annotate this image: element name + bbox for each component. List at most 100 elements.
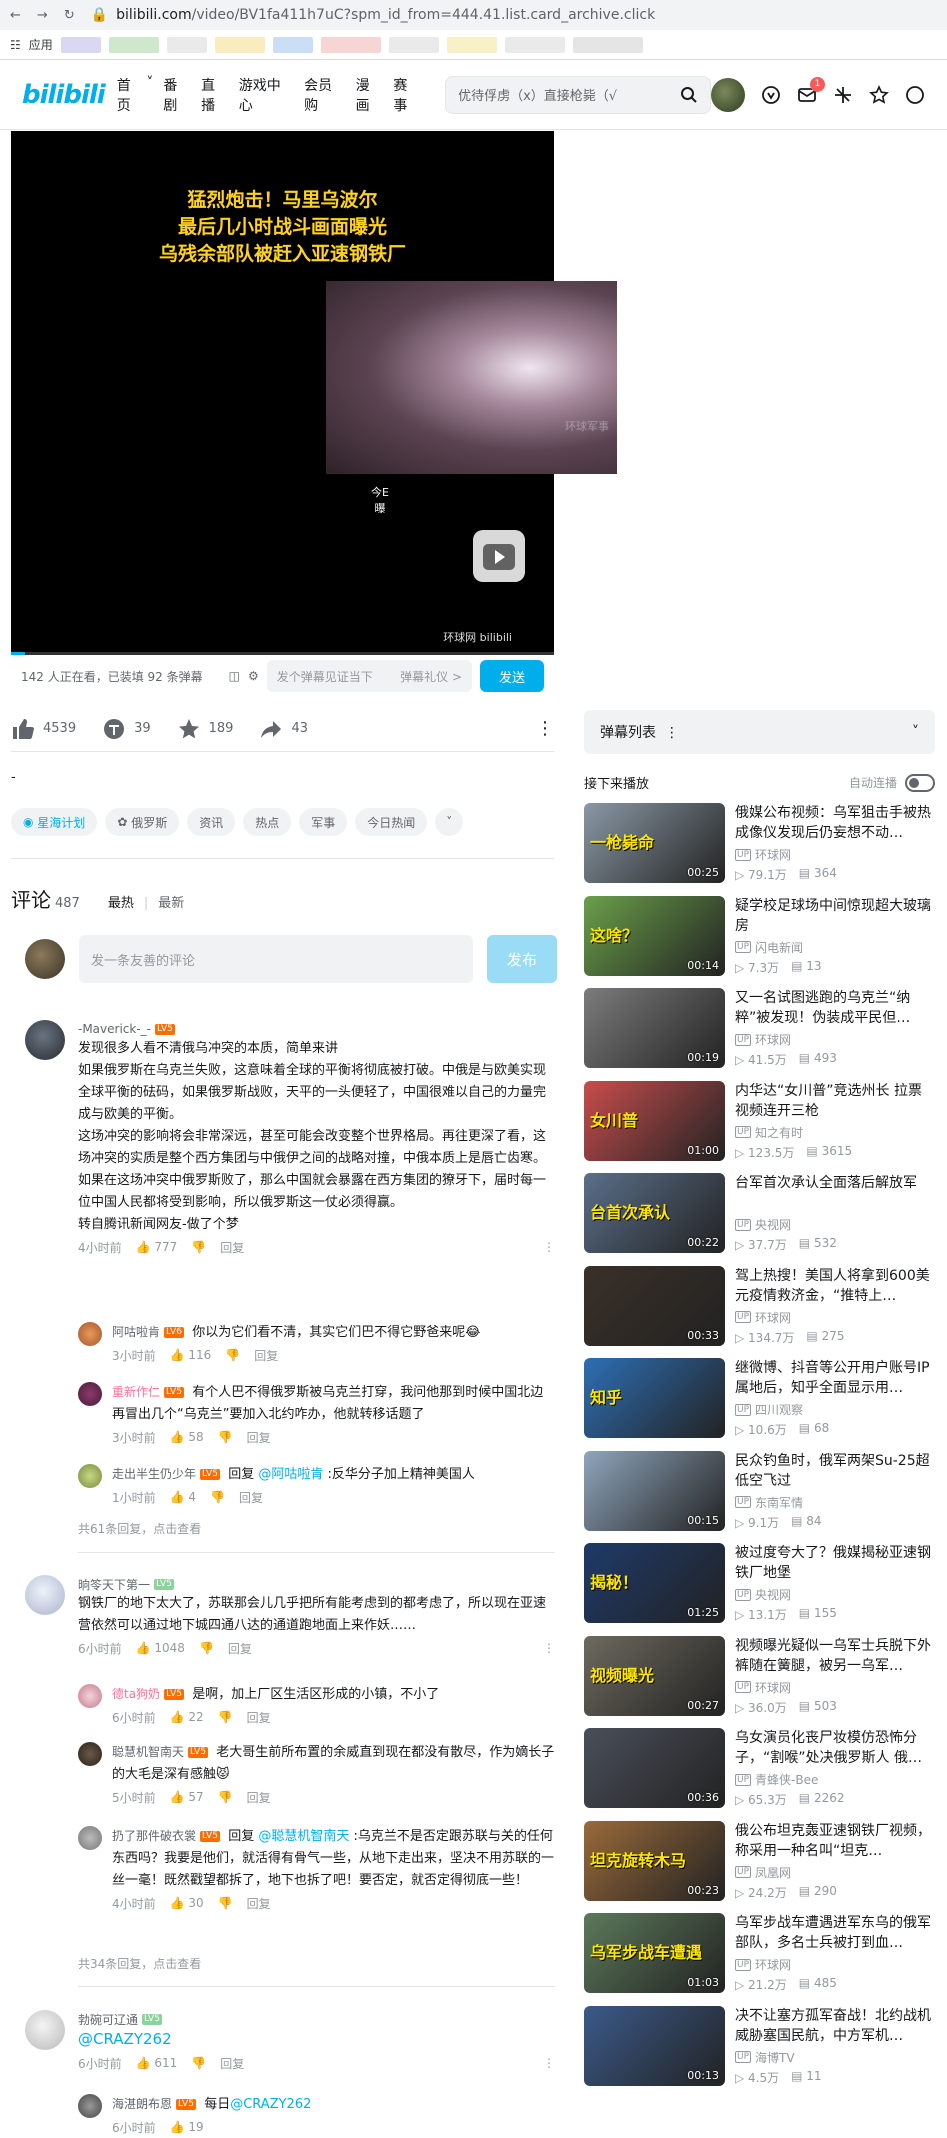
bookmark-item[interactable]: [504, 36, 565, 53]
dislike-reply-icon[interactable]: 👎: [218, 1710, 233, 1724]
tag-item[interactable]: ◉ 星海计划: [11, 808, 98, 836]
send-danmaku-button[interactable]: 发送: [480, 660, 544, 692]
expand-tags-button[interactable]: ˅: [435, 808, 464, 836]
autoplay-toggle[interactable]: [905, 773, 935, 792]
recommend-title[interactable]: 民众钓鱼时，俄军两架Su-25超低空飞过: [735, 1451, 935, 1491]
recommend-card[interactable]: 坦克旋转木马 00:23 俄公布坦克轰亚速钢铁厂视频，称采用一种名叫“坦克… UP 凤凰…: [584, 1820, 935, 1901]
recommend-title[interactable]: 又一名试图逃跑的乌克兰“纳粹”被发现！伪装成平民但…: [735, 988, 935, 1028]
dislike-comment-icon[interactable]: 👎: [199, 1641, 214, 1655]
recommend-card[interactable]: 00:36 乌女演员化丧尸妆模仿恐怖分子，“割喉”处决俄罗斯人 俄… UP 青蜂侠-B…: [584, 1728, 935, 1808]
sort-new[interactable]: 最新: [158, 892, 184, 911]
video-thumbnail[interactable]: 女川普 01:00: [584, 1080, 725, 1161]
sort-hot[interactable]: 最热: [108, 892, 134, 911]
forward-icon[interactable]: →: [37, 8, 48, 23]
recommend-title[interactable]: 决不让塞方孤军奋战！北约战机威胁塞国民航，中方军机…: [735, 2006, 935, 2046]
avatar[interactable]: [78, 1322, 102, 1346]
reply-username[interactable]: 重新作仁 LV5: [112, 1383, 184, 1401]
recommend-card[interactable]: 00:15 民众钓鱼时，俄军两架Su-25超低空飞过 UP 东南军情 ▷ 9.1万 ▤ 8…: [584, 1450, 935, 1531]
mention-link[interactable]: @CRAZY262: [78, 2030, 172, 2048]
bookmark-item[interactable]: [446, 36, 497, 53]
video-thumbnail[interactable]: 知乎: [584, 1358, 725, 1438]
recommend-title[interactable]: 乌女演员化丧尸妆模仿恐怖分子，“割喉”处决俄罗斯人 俄…: [735, 1728, 935, 1768]
recommend-title[interactable]: 台军首次承认全面落后解放军: [735, 1173, 935, 1213]
like-reply-button[interactable]: 👍 4: [170, 1490, 196, 1504]
uploader[interactable]: UP 海博TV: [735, 2049, 935, 2066]
recommend-title[interactable]: 继微博、抖音等公开用户账号IP属地后，知乎全面显示用…: [735, 1358, 935, 1398]
tag-item[interactable]: 军事: [299, 808, 348, 836]
like-button[interactable]: 4539: [11, 717, 76, 741]
avatar[interactable]: [78, 2094, 102, 2118]
bookmark-item[interactable]: [572, 36, 643, 53]
video-thumbnail[interactable]: 这啥？ 00:14: [584, 895, 725, 976]
chevron-down-icon[interactable]: ˅: [912, 724, 919, 740]
dislike-comment-icon[interactable]: 👎: [191, 2056, 206, 2070]
bilibili-logo[interactable]: bilibili: [22, 80, 106, 110]
view-more-replies[interactable]: 共61条回复，点击查看: [78, 1520, 201, 1537]
more-icon[interactable]: ⋮: [536, 718, 554, 739]
dynamic-icon[interactable]: [833, 85, 853, 105]
user-avatar[interactable]: [711, 77, 745, 112]
play-icon[interactable]: [473, 530, 525, 582]
tag-item[interactable]: 资讯: [187, 808, 236, 836]
uploader[interactable]: UP 央视网: [735, 1216, 935, 1233]
publish-button[interactable]: 发布: [487, 935, 557, 983]
recommend-title[interactable]: 俄媒公布视频：乌军狙击手被热成像仪发现后仍妄想不动…: [735, 803, 935, 843]
vip-icon[interactable]: [761, 85, 781, 105]
uploader[interactable]: UP 环球网: [735, 1956, 935, 1973]
like-reply-button[interactable]: 👍 30: [170, 1896, 204, 1910]
reply-username[interactable]: 海湛朗布恩 LV5: [112, 2095, 196, 2113]
nav-home[interactable]: 首页: [117, 75, 145, 115]
favorite-button[interactable]: 189: [177, 717, 233, 741]
reply-button[interactable]: 回复: [220, 2055, 244, 2072]
recommend-card[interactable]: 知乎 继微博、抖音等公开用户账号IP属地后，知乎全面显示用… UP 四川观察 ▷ 10.…: [584, 1358, 935, 1438]
history-icon[interactable]: [905, 85, 925, 105]
recommend-card[interactable]: 一枪毙命 00:25 俄媒公布视频：乌军狙击手被热成像仪发现后仍妄想不动… UP 环球网…: [584, 803, 935, 883]
search-box[interactable]: 优待俘虏（x）直接枪毙（√: [445, 75, 711, 114]
mention-link[interactable]: @CRAZY262: [230, 2097, 311, 2112]
apps-label[interactable]: 应用: [29, 36, 53, 53]
video-thumbnail[interactable]: 一枪毙命 00:25: [584, 803, 725, 883]
search-input[interactable]: 优待俘虏（x）直接枪毙（√: [458, 85, 617, 104]
dislike-reply-icon[interactable]: 👎: [218, 1790, 233, 1804]
video-thumbnail[interactable]: 揭秘！ 01:25: [584, 1543, 725, 1623]
video-thumbnail[interactable]: 00:33: [584, 1265, 725, 1346]
mention-link[interactable]: @聪慧机智南天: [258, 1829, 349, 1844]
share-button[interactable]: 43: [259, 717, 308, 741]
dislike-reply-icon[interactable]: 👎: [225, 1348, 240, 1362]
recommend-title[interactable]: 内华达“女川普”竞选州长 拉票视频连开三枪: [735, 1081, 935, 1121]
comment-input[interactable]: 发一条友善的评论: [79, 935, 473, 983]
reply-button[interactable]: 回复: [247, 1789, 271, 1806]
reply-username[interactable]: 扔了那件破衣裳 LV5: [112, 1827, 220, 1845]
avatar[interactable]: [78, 1826, 102, 1850]
like-comment-button[interactable]: 👍 1048: [136, 1641, 185, 1655]
reply-username[interactable]: 聪慧机智南天 LV5: [112, 1743, 208, 1761]
message-button[interactable]: 1: [797, 76, 825, 105]
avatar[interactable]: [25, 1020, 65, 1060]
reply-username[interactable]: 走出半生仍少年 LV5: [112, 1465, 220, 1483]
bookmark-item[interactable]: [60, 36, 101, 53]
recommend-card[interactable]: 00:33 驾上热搜！美国人将拿到600美元疫情救济金，“推特上… UP 环球网 ▷ 1…: [584, 1265, 935, 1346]
uploader[interactable]: UP 东南军情: [735, 1494, 935, 1511]
like-reply-button[interactable]: 👍 58: [170, 1430, 204, 1444]
dislike-reply-icon[interactable]: 👎: [210, 1490, 225, 1504]
more-icon[interactable]: ⋮: [543, 1641, 555, 1655]
bookmark-item[interactable]: [320, 36, 381, 53]
video-thumbnail[interactable]: 00:13: [584, 2005, 725, 2086]
recommend-title[interactable]: 俄公布坦克轰亚速钢铁厂视频，称采用一种名叫“坦克…: [735, 1821, 935, 1861]
uploader[interactable]: UP 知之有时: [735, 1124, 935, 1141]
video-thumbnail[interactable]: 视频曝光 00:27: [584, 1635, 725, 1716]
uploader[interactable]: UP 青蜂侠-Bee: [735, 1771, 935, 1788]
more-icon[interactable]: ⋮: [543, 1240, 555, 1254]
recommend-title[interactable]: 疑学校足球场中间惊现超大玻璃房: [735, 896, 935, 936]
comment-username[interactable]: 晌笭天下第一 LV5: [78, 1575, 555, 1593]
tag-item[interactable]: ✿ 俄罗斯: [105, 808, 180, 836]
video-thumbnail[interactable]: 00:15: [584, 1450, 725, 1531]
uploader[interactable]: UP 环球网: [735, 846, 935, 863]
address-bar[interactable]: 🔒 bilibili.com/video/BV1fa411h7uC?spm_id…: [91, 3, 655, 27]
view-more-replies[interactable]: 共34条回复，点击查看: [78, 1955, 201, 1972]
nav-mall[interactable]: 会员购: [304, 75, 346, 115]
video-thumbnail[interactable]: 00:19: [584, 988, 725, 1068]
dislike-reply-icon[interactable]: 👎: [218, 1896, 233, 1910]
video-thumbnail[interactable]: 坦克旋转木马 00:23: [584, 1820, 725, 1901]
dislike-reply-icon[interactable]: 👎: [218, 1430, 233, 1444]
